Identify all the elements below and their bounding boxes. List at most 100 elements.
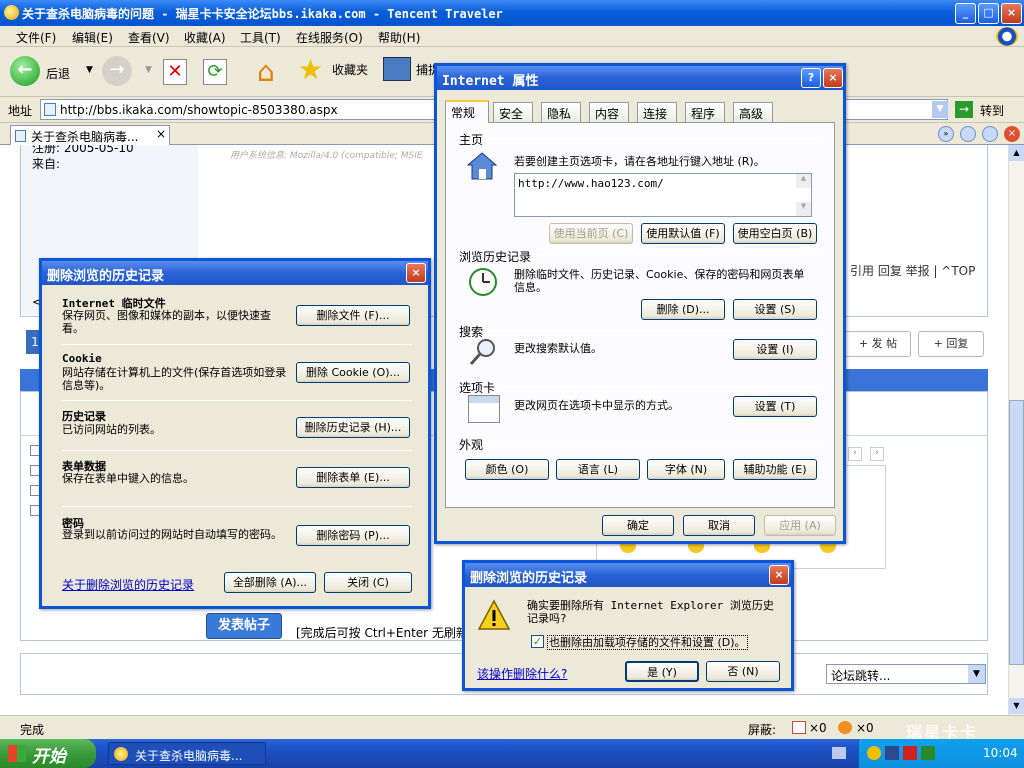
minimize-button[interactable]: _ (955, 3, 976, 24)
menu-file[interactable]: 文件(F) (16, 29, 56, 46)
delete-history-button[interactable]: 删除历史记录 (H)... (296, 417, 410, 438)
forum-jump-dropdown-icon[interactable]: ▼ (968, 665, 985, 683)
stop-icon[interactable]: ✕ (163, 59, 187, 85)
delete-files-button[interactable]: 删除文件 (F)... (296, 305, 410, 326)
apply-button[interactable]: 应用 (A) (764, 515, 836, 536)
capture-icon[interactable] (383, 57, 411, 81)
addon-checkbox-label[interactable]: 也删除由加载项存储的文件和设置 (D)。 (547, 635, 748, 650)
tray-icon-1[interactable] (867, 746, 881, 760)
internet-options-close-button[interactable]: × (823, 68, 843, 88)
colors-button[interactable]: 颜色 (O) (465, 459, 549, 480)
confirm-close-button[interactable]: × (769, 565, 789, 585)
what-deleted-link[interactable]: 该操作删除什么? (477, 665, 567, 682)
homepage-textbox[interactable]: http://www.hao123.com/ ▲ ▼ (514, 173, 812, 217)
homepage-scroll-up-icon[interactable]: ▲ (796, 174, 811, 188)
forward-dropdown-icon[interactable]: ▼ (145, 65, 152, 75)
cancel-button[interactable]: 取消 (683, 515, 755, 536)
scroll-down-icon[interactable]: ▼ (1009, 698, 1024, 714)
favorites-label[interactable]: 收藏夹 (332, 61, 368, 78)
delete-history-close-button[interactable]: × (406, 263, 426, 283)
back-dropdown-icon[interactable]: ▼ (86, 65, 93, 75)
post-actions[interactable]: 引用 回复 举报 | ^TOP (850, 262, 975, 279)
no-button[interactable]: 否 (N) (706, 661, 780, 682)
tabs-divider (502, 386, 820, 387)
delete-forms-button[interactable]: 删除表单 (E)... (296, 467, 410, 488)
smiley-next-icon[interactable]: › (870, 447, 884, 461)
address-dropdown-icon[interactable]: ▼ (932, 101, 948, 118)
ad-block-icon[interactable] (838, 721, 852, 734)
languages-button[interactable]: 语言 (L) (556, 459, 640, 480)
taskbar-browser-icon (114, 747, 128, 761)
tab-programs[interactable]: 程序 (685, 102, 725, 122)
refresh-icon[interactable]: ⟳ (203, 59, 227, 85)
home-icon[interactable]: ⌂ (257, 55, 275, 88)
scroll-up-icon[interactable]: ▲ (1009, 145, 1024, 161)
tab-menu-icon[interactable] (982, 126, 998, 142)
tray-icon-4[interactable] (921, 746, 935, 760)
scroll-thumb[interactable] (1009, 400, 1024, 665)
delete-all-button[interactable]: 全部删除 (A)... (224, 572, 316, 593)
close-tab-icon[interactable]: × (1004, 126, 1020, 142)
delete-passwords-button[interactable]: 删除密码 (P)... (296, 525, 410, 546)
about-delete-history-link[interactable]: 关于删除浏览的历史记录 (62, 576, 194, 593)
search-settings-button[interactable]: 设置 (I) (733, 339, 817, 360)
history-settings-button[interactable]: 设置 (S) (733, 299, 817, 320)
back-arrow-icon[interactable]: ← (10, 56, 40, 86)
tab-security[interactable]: 安全 (493, 102, 533, 122)
search-magnifier-icon (468, 337, 498, 367)
tab-advanced[interactable]: 高级 (733, 102, 773, 122)
help-button[interactable]: ? (801, 68, 821, 88)
taskbar-item[interactable]: 关于查杀电脑病毒... (108, 742, 266, 765)
reply-button[interactable]: + 回复 (918, 331, 984, 357)
passwords-desc: 登录到以前访问过的网站时自动填写的密码。 (62, 528, 282, 541)
close-window-button[interactable]: × (1001, 3, 1022, 24)
tab-privacy[interactable]: 隐私 (541, 102, 581, 122)
fonts-button[interactable]: 字体 (N) (647, 459, 725, 480)
favorites-star-icon[interactable]: ★ (298, 53, 323, 86)
forward-arrow-icon[interactable]: → (102, 56, 132, 86)
menu-favorites[interactable]: 收藏(A) (184, 29, 226, 46)
menu-tools[interactable]: 工具(T) (240, 29, 281, 46)
tab-scroll-icon[interactable]: » (938, 126, 954, 142)
addon-checkbox[interactable]: ✓ (531, 635, 544, 648)
tabs-settings-button[interactable]: 设置 (T) (733, 396, 817, 417)
window-titlebar: 关于查杀电脑病毒的问题 - 瑞星卡卡安全论坛bbs.ikaka.com - Te… (0, 0, 1024, 26)
menu-view[interactable]: 查看(V) (128, 29, 170, 46)
forum-jump-select[interactable]: 论坛跳转... ▼ (826, 664, 986, 684)
history-delete-button[interactable]: 删除 (D)... (641, 299, 725, 320)
go-button[interactable]: 转到 (980, 102, 1004, 119)
submit-post-button[interactable]: 发表帖子 (206, 613, 282, 639)
menu-online[interactable]: 在线服务(O) (296, 29, 363, 46)
tray-icon-2[interactable] (885, 746, 899, 760)
tab-list-icon[interactable] (960, 126, 976, 142)
close-button[interactable]: 关闭 (C) (324, 572, 412, 593)
tabs-desc: 更改网页在选项卡中显示的方式。 (514, 399, 679, 412)
ok-button[interactable]: 确定 (602, 515, 674, 536)
tab-connections[interactable]: 连接 (637, 102, 677, 122)
tab-label: 关于查杀电脑病毒... (31, 130, 139, 144)
smiley-prev-icon[interactable]: ‹ (848, 447, 862, 461)
tab-content[interactable]: 内容 (589, 102, 629, 122)
use-current-button[interactable]: 使用当前页 (C) (549, 223, 633, 244)
tab-close-icon[interactable]: × (156, 127, 166, 141)
new-post-button[interactable]: + 发 帖 (845, 331, 911, 357)
use-blank-button[interactable]: 使用空白页 (B) (733, 223, 817, 244)
tray-icon-3[interactable] (903, 746, 917, 760)
tab-general[interactable]: 常规 (445, 100, 489, 123)
menu-edit[interactable]: 编辑(E) (72, 29, 113, 46)
go-arrow-icon[interactable]: → (955, 101, 973, 118)
delete-cookies-button[interactable]: 删除 Cookie (O)... (296, 362, 410, 383)
keyboard-icon[interactable] (832, 747, 846, 759)
browser-tab[interactable]: 关于查杀电脑病毒... × (10, 125, 170, 145)
back-label[interactable]: 后退 (46, 65, 70, 82)
maximize-button[interactable]: □ (978, 3, 999, 24)
popup-block-icon[interactable] (792, 721, 806, 734)
start-button[interactable]: 开始 (0, 739, 96, 768)
browser-logo-icon (4, 5, 19, 20)
yes-button[interactable]: 是 (Y) (625, 661, 699, 682)
use-default-button[interactable]: 使用默认值 (F) (641, 223, 725, 244)
homepage-scroll-down-icon[interactable]: ▼ (796, 202, 811, 216)
page-scrollbar[interactable]: ▲ ▼ (1008, 145, 1024, 715)
accessibility-button[interactable]: 辅助功能 (E) (733, 459, 817, 480)
menu-help[interactable]: 帮助(H) (378, 29, 420, 46)
